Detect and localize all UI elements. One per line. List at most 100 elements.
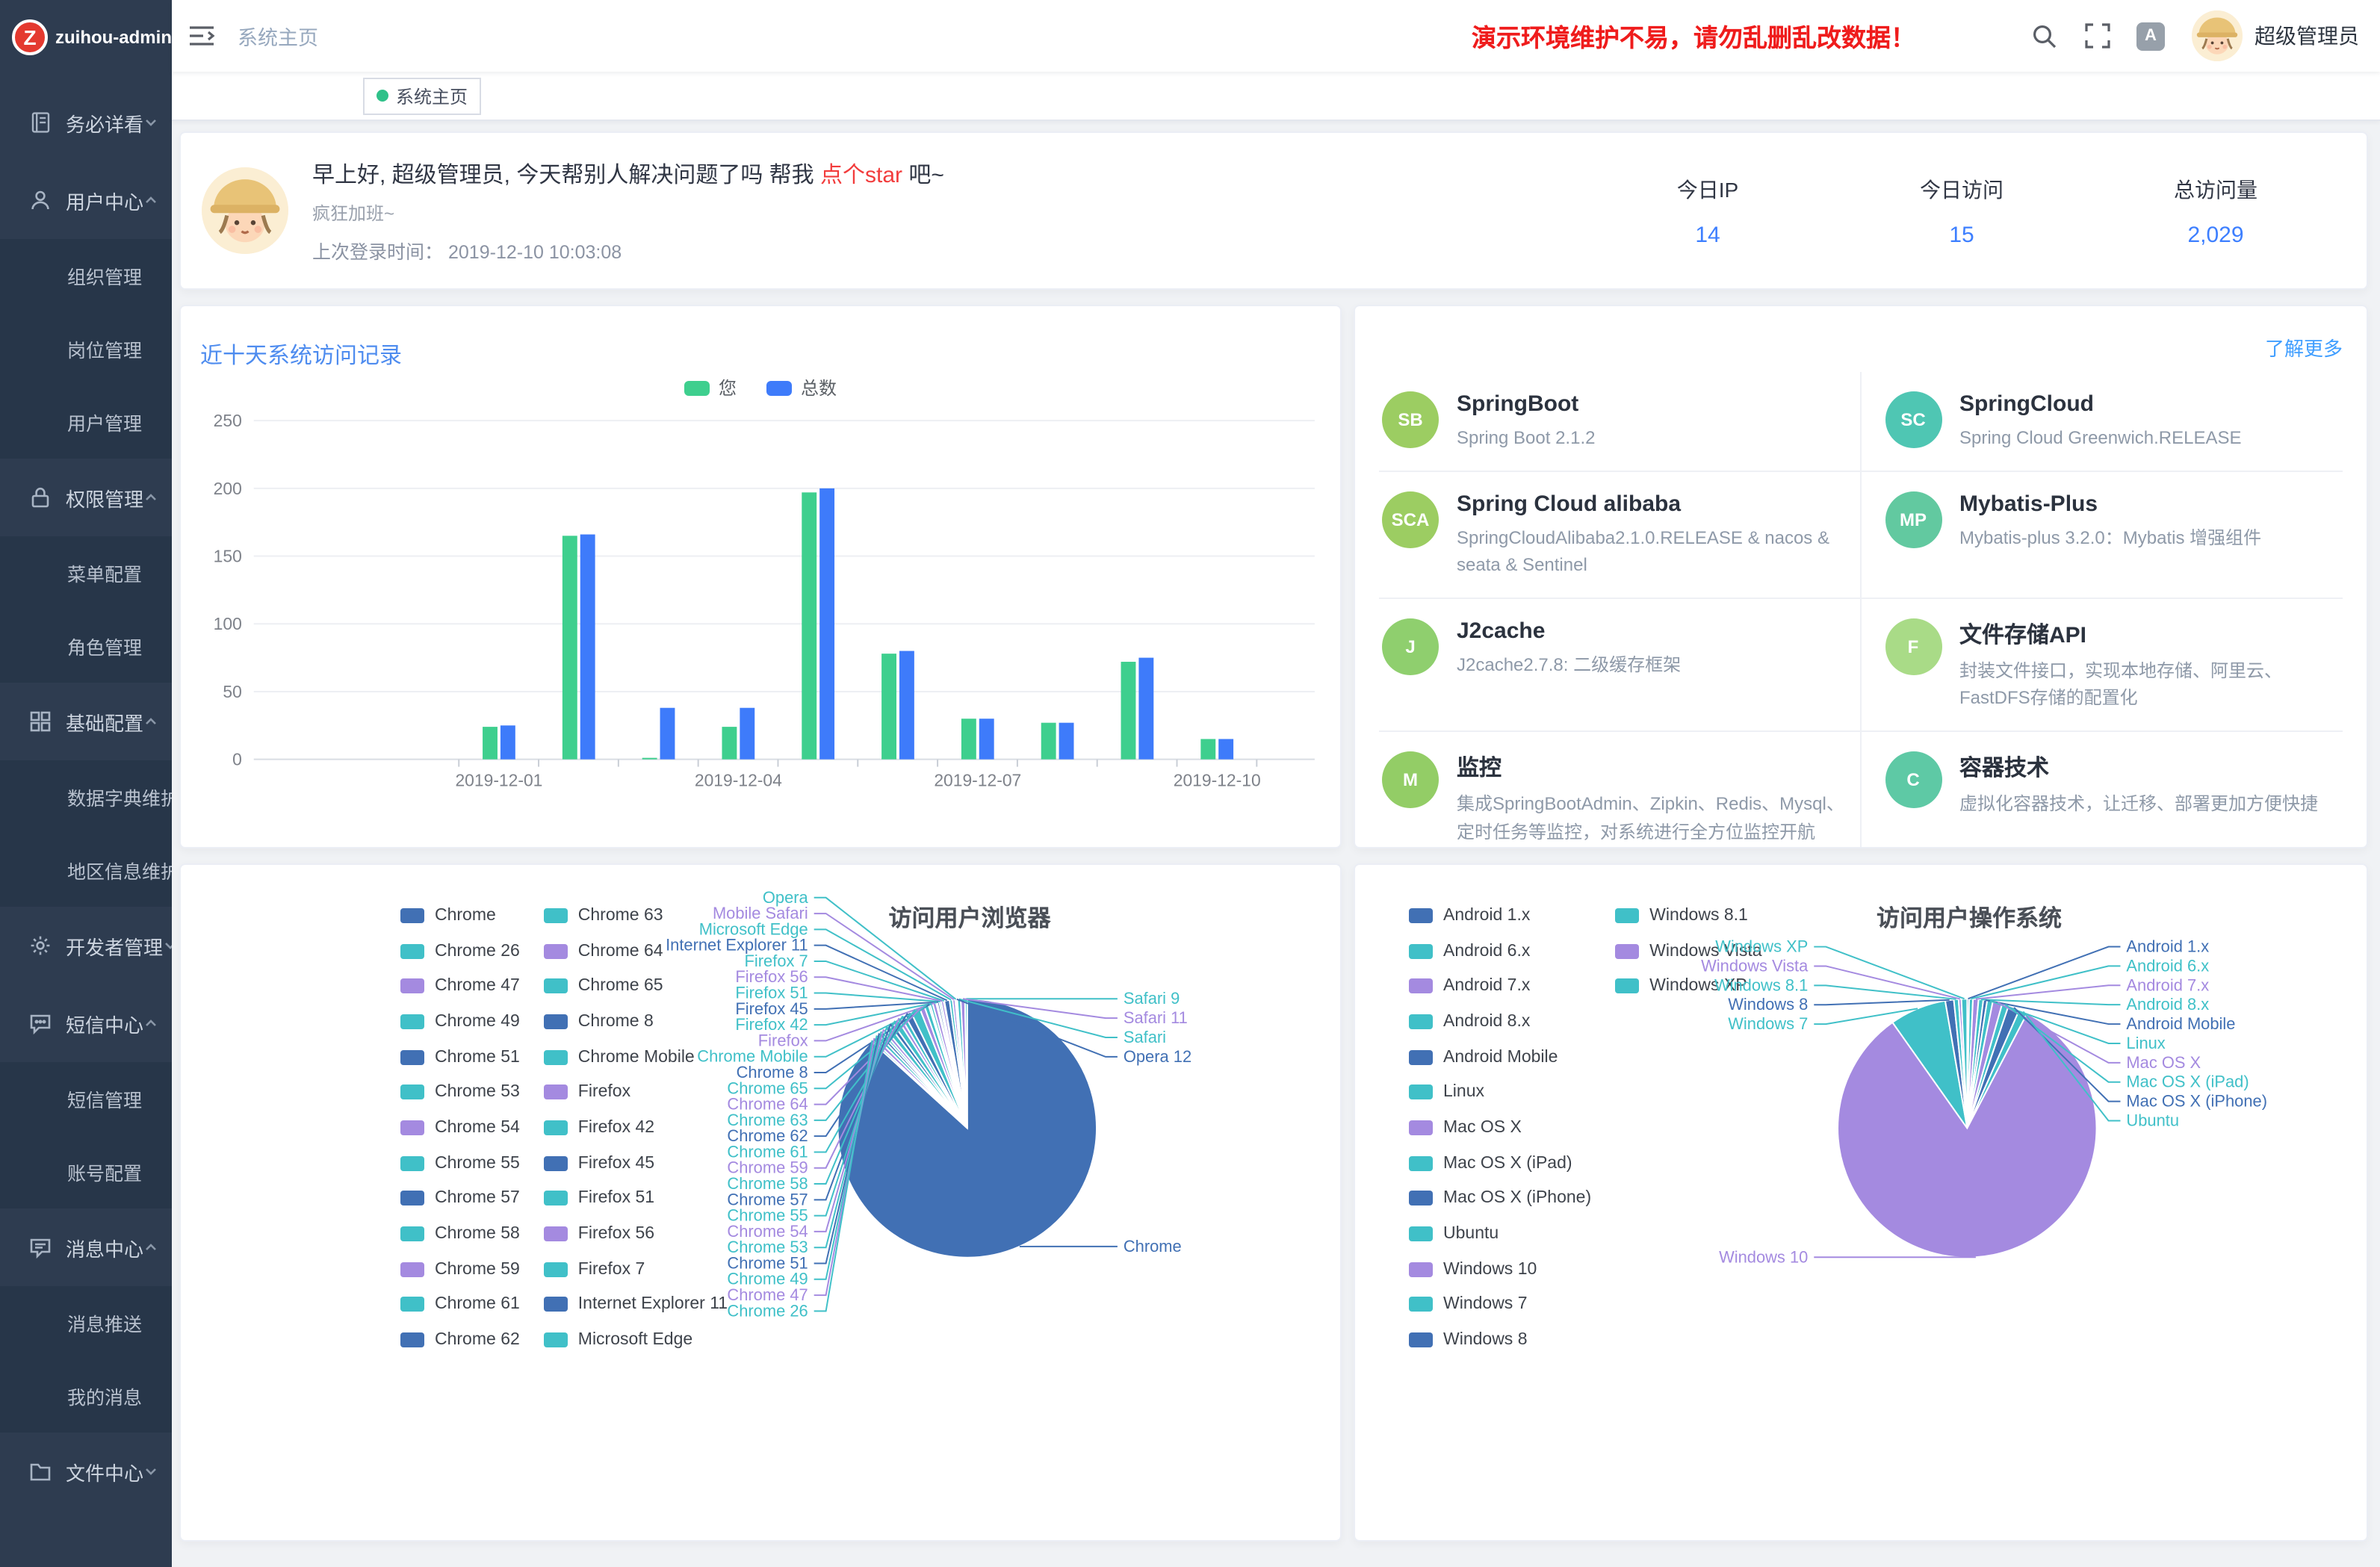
legend-item-Mac OS X (iPhone)[interactable]: Mac OS X (iPhone)	[1409, 1181, 1591, 1216]
pie-slice-Opera[interactable]	[955, 999, 967, 1129]
legend-item-Chrome 62[interactable]: Chrome 62	[400, 1323, 520, 1358]
bar-总数-2019-12-09[interactable]	[1138, 658, 1153, 760]
tech-item-J2cache[interactable]: JJ2cacheJ2cache2.7.8: 二级缓存框架	[1379, 599, 1861, 732]
sidebar-item-务必详看[interactable]: 务必详看	[0, 84, 172, 161]
sidebar-subitem-角色管理[interactable]: 角色管理	[0, 609, 172, 683]
bar-总数-2019-12-10[interactable]	[1218, 739, 1233, 759]
legend-item-Windows 8.1[interactable]: Windows 8.1	[1615, 898, 1761, 933]
legend-item-Chrome 51[interactable]: Chrome 51	[400, 1040, 520, 1075]
sidebar-subitem-地区信息维护[interactable]: 地区信息维护	[0, 834, 172, 907]
fullscreen-icon[interactable]	[2083, 21, 2113, 51]
pie-slice-Chrome 61[interactable]	[901, 1015, 967, 1129]
menu-fold-icon[interactable]	[187, 21, 217, 51]
legend-item-Windows XP[interactable]: Windows XP	[1615, 969, 1761, 1004]
tech-item-SpringCloud[interactable]: SCSpringCloudSpring Cloud Greenwich.RELE…	[1861, 372, 2343, 471]
pie-slice-Mac OS X (iPhone)[interactable]	[1967, 1005, 2019, 1128]
tech-item-Mybatis-Plus[interactable]: MPMybatis-PlusMybatis-plus 3.2.0：Mybatis…	[1861, 471, 2343, 598]
tab-home[interactable]: 系统主页	[363, 77, 481, 114]
tech-item-SpringBoot[interactable]: SBSpringBootSpring Boot 2.1.2	[1379, 372, 1861, 471]
pie-slice-Mac OS X[interactable]	[1967, 1002, 2002, 1129]
pie-slice-Android 8.x[interactable]	[1967, 999, 1983, 1129]
legend-item-Chrome 55[interactable]: Chrome 55	[400, 1146, 520, 1181]
sidebar-subitem-数据字典维护[interactable]: 数据字典维护	[0, 760, 172, 834]
legend-item-Chrome 65[interactable]: Chrome 65	[544, 969, 728, 1004]
bar-您-2019-12-01[interactable]	[483, 727, 498, 760]
sidebar-item-基础配置[interactable]: 基础配置	[0, 683, 172, 760]
legend-item-Internet Explorer 11[interactable]: Internet Explorer 11	[544, 1287, 728, 1322]
pie-slice-Safari[interactable]	[957, 999, 967, 1128]
legend-item-Android 7.x[interactable]: Android 7.x	[1409, 969, 1591, 1004]
tech-item-容器技术[interactable]: C容器技术虚拟化容器技术，让迁移、部署更加方便快捷	[1861, 732, 2343, 848]
pie-slice-Chrome 58[interactable]	[893, 1019, 967, 1128]
pie-slice-Firefox 42[interactable]	[936, 1002, 967, 1128]
pie-slice-Windows 10[interactable]	[1838, 1014, 2096, 1258]
pie-slice-Android 6.x[interactable]	[1967, 999, 1973, 1128]
pie-slice-Chrome Mobile[interactable]	[930, 1004, 967, 1129]
legend-item-Chrome 26[interactable]: Chrome 26	[400, 933, 520, 968]
pie-slice-Chrome 63[interactable]	[911, 1008, 967, 1129]
sidebar-item-开发者管理[interactable]: 开发者管理	[0, 907, 172, 984]
pie-slice-Firefox 51[interactable]	[939, 1002, 967, 1129]
pie-slice-Mac OS X (iPad)[interactable]	[1967, 1004, 2009, 1129]
sidebar-subitem-我的消息[interactable]: 我的消息	[0, 1359, 172, 1433]
bar-总数-2019-12-06[interactable]	[899, 651, 914, 760]
sidebar-subitem-消息推送[interactable]: 消息推送	[0, 1286, 172, 1359]
pie-slice-Chrome 64[interactable]	[920, 1006, 967, 1128]
legend-item-Windows 7[interactable]: Windows 7	[1409, 1287, 1591, 1322]
bar-总数-2019-12-04[interactable]	[740, 708, 754, 760]
app-logo[interactable]: Z zuihou-admin cloud	[0, 0, 172, 75]
legend-item-Chrome 53[interactable]: Chrome 53	[400, 1075, 520, 1110]
legend-item-Chrome 64[interactable]: Chrome 64	[544, 933, 728, 968]
bar-总数-2019-12-07[interactable]	[979, 719, 994, 759]
pie-slice-Windows 7[interactable]	[1892, 1001, 1967, 1129]
bar-您-2019-12-03[interactable]	[642, 758, 657, 760]
legend-item-Linux[interactable]: Linux	[1409, 1075, 1591, 1110]
tech-item-文件存储API[interactable]: F文件存储API封装文件接口，实现本地存储、阿里云、FastDFS存储的配置化	[1861, 599, 2343, 732]
legend-item-Android 1.x[interactable]: Android 1.x	[1409, 898, 1591, 933]
sidebar-subitem-账号配置[interactable]: 账号配置	[0, 1135, 172, 1208]
bar-您-2019-12-08[interactable]	[1041, 723, 1056, 760]
bar-总数-2019-12-08[interactable]	[1059, 723, 1074, 760]
pie-slice-Windows XP[interactable]	[1962, 999, 1968, 1128]
bar-您-2019-12-07[interactable]	[961, 719, 976, 759]
pie-slice-Chrome 54[interactable]	[882, 1028, 967, 1129]
pie-slice-Internet Explorer 11[interactable]	[944, 1000, 967, 1129]
legend-item-Windows 8[interactable]: Windows 8	[1409, 1323, 1591, 1358]
pie-slice-Firefox 56[interactable]	[941, 1001, 967, 1128]
tech-item-Spring Cloud alibaba[interactable]: SCASpring Cloud alibabaSpringCloudAlibab…	[1379, 471, 1861, 598]
sidebar-item-用户中心[interactable]: 用户中心	[0, 161, 172, 239]
legend-item-Firefox[interactable]: Firefox	[544, 1075, 728, 1110]
legend-item-Windows Vista[interactable]: Windows Vista	[1615, 933, 1761, 968]
sidebar-subitem-短信管理[interactable]: 短信管理	[0, 1062, 172, 1135]
bar-总数-2019-12-03[interactable]	[660, 708, 675, 760]
legend-item-Chrome 49[interactable]: Chrome 49	[400, 1004, 520, 1039]
bar-总数-2019-12-05[interactable]	[819, 488, 834, 760]
legend-item-总数[interactable]: 总数	[766, 375, 837, 400]
legend-item-Chrome 63[interactable]: Chrome 63	[544, 898, 728, 933]
legend-item-Firefox 7[interactable]: Firefox 7	[544, 1252, 728, 1287]
pie-slice-Linux[interactable]	[1967, 1000, 1992, 1128]
legend-item-Chrome 57[interactable]: Chrome 57	[400, 1181, 520, 1216]
pie-slice-Chrome 59[interactable]	[897, 1017, 967, 1129]
pie-slice-Chrome 55[interactable]	[884, 1025, 967, 1128]
legend-item-Mac OS X[interactable]: Mac OS X	[1409, 1110, 1591, 1145]
pie-slice-Windows 8[interactable]	[1945, 999, 1967, 1128]
pie-slice-Android Mobile[interactable]	[1967, 1000, 1987, 1129]
bar-您-2019-12-02[interactable]	[563, 536, 577, 759]
pie-slice-Chrome 57[interactable]	[889, 1023, 967, 1128]
user-avatar[interactable]	[2192, 10, 2243, 61]
legend-item-Windows 10[interactable]: Windows 10	[1409, 1252, 1591, 1287]
pie-slice-Firefox[interactable]	[932, 1002, 967, 1128]
learn-more-link[interactable]: 了解更多	[2265, 333, 2343, 362]
font-size-icon[interactable]: A	[2136, 22, 2165, 50]
legend-item-Android 6.x[interactable]: Android 6.x	[1409, 933, 1591, 968]
pie-slice-Chrome 8[interactable]	[929, 1005, 967, 1129]
pie-slice-Chrome 53[interactable]	[880, 1031, 967, 1129]
pie-slice-Safari 11[interactable]	[961, 999, 967, 1128]
pie-slice-Chrome 62[interactable]	[905, 1012, 967, 1129]
legend-item-Firefox 45[interactable]: Firefox 45	[544, 1146, 728, 1181]
bar-您-2019-12-04[interactable]	[722, 727, 737, 760]
legend-item-Ubuntu[interactable]: Ubuntu	[1409, 1216, 1591, 1251]
pie-slice-Android 1.x[interactable]	[1967, 999, 1969, 1128]
pie-slice-Windows Vista[interactable]	[1959, 999, 1968, 1128]
